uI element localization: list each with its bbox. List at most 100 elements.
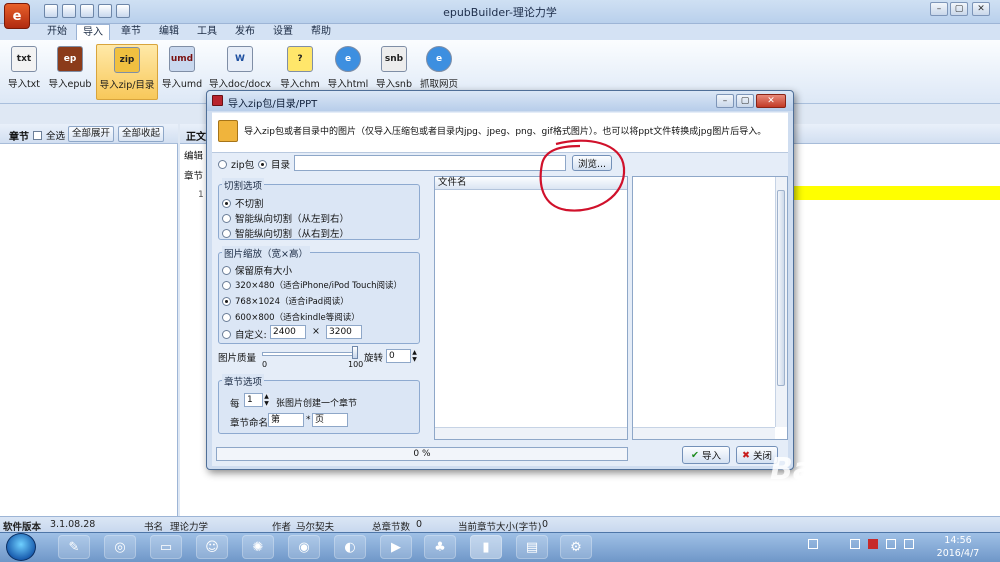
radio-button[interactable]: [222, 228, 231, 238]
name-prefix-input[interactable]: 第: [268, 413, 304, 427]
import-umd-label: 导入umd: [161, 79, 203, 90]
import-button-label: 导入: [701, 451, 721, 462]
word-doc-icon: W: [227, 46, 253, 72]
cut-option-rtl[interactable]: 智能纵向切割（从右到左）: [222, 226, 349, 240]
file-list-hscrollbar[interactable]: [435, 427, 627, 439]
custom-width-input[interactable]: 2400: [270, 325, 306, 339]
import-zip-label: 导入zip/目录: [99, 80, 155, 91]
tab-help[interactable]: 帮助: [304, 24, 338, 40]
rotate-label: 旋转: [364, 353, 384, 364]
tray-security-icon[interactable]: [868, 539, 878, 549]
scale-option-ipad[interactable]: 768×1024（适合iPad阅读）: [222, 295, 349, 307]
qq-icon[interactable]: ☺: [196, 535, 228, 559]
tray-monitor-icon[interactable]: [886, 539, 896, 549]
per-spinner-icon[interactable]: ▲ ▼: [262, 393, 270, 407]
rotate-spinner-icon[interactable]: ▲ ▼: [410, 349, 418, 363]
quality-slider-thumb[interactable]: [352, 346, 358, 359]
scale-option-original[interactable]: 保留原有大小: [222, 263, 292, 277]
source-dir-option[interactable]: 目录: [258, 157, 290, 171]
preview-hscrollbar[interactable]: [633, 427, 775, 439]
tab-publish[interactable]: 发布: [228, 24, 262, 40]
start-button[interactable]: [6, 533, 36, 561]
scale-option-kindle[interactable]: 600×800（适合kindle等阅读）: [222, 311, 360, 323]
dialog-app-icon: [212, 95, 223, 106]
grab-webpage-label: 抓取网页: [419, 79, 458, 90]
app-menu-button[interactable]: e: [4, 3, 30, 29]
browser-icon[interactable]: ◎: [104, 535, 136, 559]
line-number: 1: [198, 190, 204, 200]
clock-time[interactable]: 14:56: [932, 535, 984, 546]
radio-button[interactable]: [222, 296, 231, 306]
import-txt-label: 导入txt: [7, 79, 41, 90]
tab-tools[interactable]: 工具: [190, 24, 224, 40]
radio-button[interactable]: [222, 265, 231, 275]
dotted-app-icon[interactable]: ✺: [242, 535, 274, 559]
tab-settings[interactable]: 设置: [266, 24, 300, 40]
tray-keyboard-icon[interactable]: [808, 539, 818, 549]
tab-edit[interactable]: 编辑: [152, 24, 186, 40]
dialog-close-icon[interactable]: ✕: [756, 94, 786, 108]
maximize-button[interactable]: ▢: [950, 2, 968, 16]
checkbox-box[interactable]: [33, 130, 42, 140]
name-label: 章节命名:: [230, 418, 272, 429]
cut-option-none[interactable]: 不切割: [222, 196, 264, 210]
import-epub-button[interactable]: ep 导入epub: [46, 44, 94, 100]
path-input[interactable]: [294, 155, 566, 171]
clock-date[interactable]: 2016/4/7: [932, 548, 984, 559]
radio-button[interactable]: [222, 280, 231, 290]
tray-network-icon[interactable]: [850, 539, 860, 549]
radio-button[interactable]: [222, 198, 231, 208]
tray-volume-icon[interactable]: [904, 539, 914, 549]
check-icon: ✔: [691, 449, 699, 461]
collapse-all-button[interactable]: 全部收起: [118, 126, 164, 142]
name-star: *: [306, 415, 311, 425]
tab-import[interactable]: 导入: [76, 24, 110, 41]
expand-all-button[interactable]: 全部展开: [68, 126, 114, 142]
import-umd-button[interactable]: umd 导入umd: [160, 44, 204, 100]
import-chm-label: 导入chm: [280, 79, 320, 90]
scale-custom-label: 自定义:: [235, 330, 267, 341]
chapter-panel-title: 章节: [9, 132, 29, 143]
media-icon[interactable]: ◐: [334, 535, 366, 559]
cut-option-label: 智能纵向切割（从左到右）: [235, 214, 350, 225]
player-icon[interactable]: ▶: [380, 535, 412, 559]
radio-button[interactable]: [222, 329, 231, 339]
close-button[interactable]: ✕: [972, 2, 990, 16]
tab-start[interactable]: 开始: [40, 24, 74, 40]
window-icon[interactable]: ▭: [150, 535, 182, 559]
paint-icon[interactable]: ✎: [58, 535, 90, 559]
cut-option-ltr[interactable]: 智能纵向切割（从左到右）: [222, 211, 349, 225]
radio-button[interactable]: [222, 213, 231, 223]
clover-icon[interactable]: ♣: [424, 535, 456, 559]
times-sign: ×: [312, 326, 320, 337]
dialog-maximize-button[interactable]: ▢: [736, 94, 754, 108]
import-button[interactable]: ✔ 导入: [682, 446, 730, 464]
radio-button[interactable]: [218, 159, 227, 169]
radio-button[interactable]: [258, 159, 267, 169]
select-all-checkbox[interactable]: 全选: [33, 128, 65, 142]
preview-scroll-thumb[interactable]: [777, 190, 785, 386]
settings-icon[interactable]: ⚙: [560, 535, 592, 559]
tab-chapter[interactable]: 章节: [114, 24, 148, 40]
editor-sub-label: 编辑: [184, 151, 204, 162]
chrome-icon[interactable]: ◉: [288, 535, 320, 559]
version-label: 软件版本: [3, 522, 42, 533]
scale-option-iphone[interactable]: 320×480（适合iPhone/iPod Touch阅读）: [222, 279, 402, 291]
source-zip-option[interactable]: zip包: [218, 157, 254, 171]
per-suffix: 张图片创建一个章节: [276, 399, 358, 409]
import-txt-button[interactable]: txt 导入txt: [4, 44, 44, 100]
baidu-watermark: Bai ❀ du 经验 jingyan.baidu.com: [770, 448, 1000, 508]
radio-button[interactable]: [222, 312, 231, 322]
editor-chapter-label: 章节: [184, 171, 204, 182]
custom-height-input[interactable]: 3200: [326, 325, 362, 339]
scale-option-custom[interactable]: 自定义:: [222, 327, 267, 341]
name-suffix-input[interactable]: 页: [312, 413, 348, 427]
dialog-minimize-button[interactable]: –: [716, 94, 734, 108]
quality-slider-track[interactable]: [262, 352, 358, 356]
epubbuilder-taskbar-icon[interactable]: ▮: [470, 535, 502, 559]
import-zip-button[interactable]: zip 导入zip/目录: [96, 44, 158, 100]
quality-min: 0: [262, 360, 268, 369]
import-snb-label: 导入snb: [375, 79, 412, 90]
minimize-button[interactable]: –: [930, 2, 948, 16]
projector-icon[interactable]: ▤: [516, 535, 548, 559]
